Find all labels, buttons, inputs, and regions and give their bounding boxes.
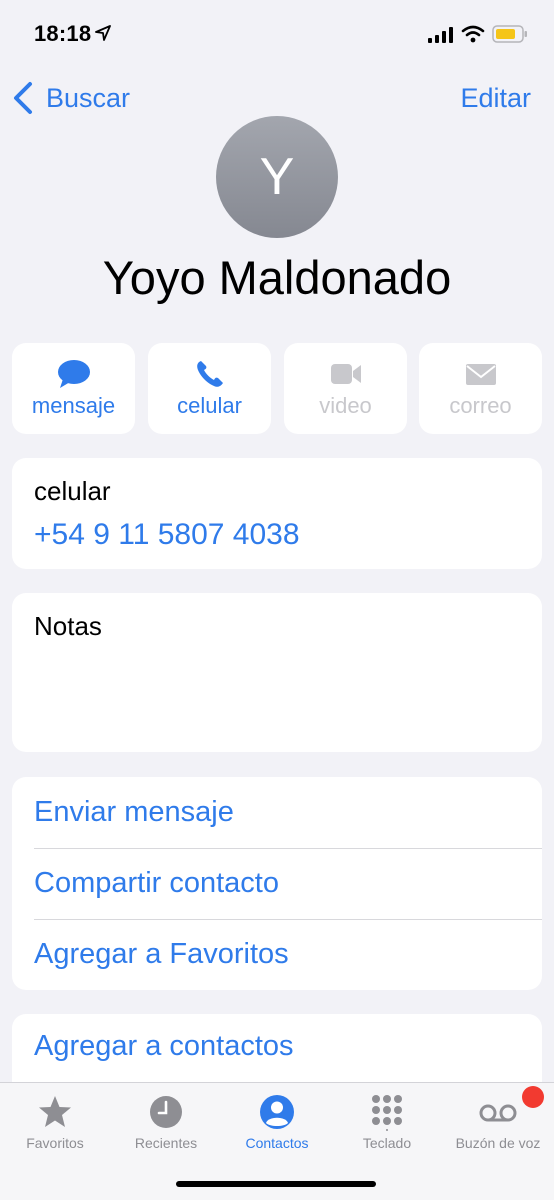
- call-action-label: celular: [177, 393, 242, 418]
- wifi-icon: [461, 25, 485, 43]
- video-action-label: video: [319, 393, 372, 418]
- mail-action-button[interactable]: correo: [419, 343, 542, 434]
- keypad-icon: [372, 1095, 402, 1131]
- options-card: Enviar mensaje Compartir contacto Agrega…: [12, 777, 542, 990]
- home-indicator[interactable]: [176, 1181, 376, 1187]
- tab-label: Contactos: [245, 1135, 309, 1151]
- phone-icon: [196, 361, 223, 387]
- phone-label: celular: [34, 476, 111, 506]
- star-icon: [39, 1096, 71, 1127]
- envelope-icon: [465, 364, 496, 385]
- tab-contacts[interactable]: Contactos: [222, 1083, 332, 1163]
- status-bar: 18:18: [0, 0, 554, 70]
- tab-label: Favoritos: [26, 1135, 84, 1151]
- send-message-option[interactable]: Enviar mensaje: [34, 777, 542, 848]
- location-arrow-icon: [95, 25, 111, 41]
- avatar: Y: [216, 116, 338, 238]
- message-action-button[interactable]: mensaje: [12, 343, 135, 434]
- tab-label: Recientes: [134, 1135, 198, 1151]
- voicemail-badge: [522, 1086, 544, 1108]
- back-button[interactable]: Buscar: [12, 78, 130, 118]
- mail-action-label: correo: [449, 393, 512, 418]
- edit-button[interactable]: Editar: [460, 78, 531, 118]
- notes-card[interactable]: Notas: [12, 593, 542, 752]
- message-bubble-icon: [57, 360, 90, 388]
- add-to-favorites-option[interactable]: Agregar a Favoritos: [34, 919, 542, 990]
- chevron-left-icon: [14, 82, 32, 114]
- call-action-button[interactable]: celular: [148, 343, 271, 434]
- battery-icon: [492, 25, 527, 43]
- contact-name: Yoyo Maldonado: [102, 251, 452, 304]
- status-time: 18:18: [34, 21, 92, 46]
- add-to-contacts-option[interactable]: Agregar a contactos: [34, 1030, 294, 1063]
- tab-label: Buzón de voz: [455, 1135, 541, 1151]
- notes-label: Notas: [34, 611, 102, 641]
- cellular-signal-icon: [428, 27, 453, 43]
- tab-keypad[interactable]: Teclado: [332, 1083, 442, 1163]
- avatar-initial: Y: [259, 148, 295, 206]
- contact-detail-screen: 18:18 Buscar Editar Y Yoyo Maldonado men…: [0, 0, 554, 1200]
- quick-actions: mensaje celular video correo: [12, 343, 542, 434]
- tab-recents[interactable]: Recientes: [111, 1083, 221, 1163]
- video-camera-icon: [330, 364, 361, 384]
- video-action-button[interactable]: video: [284, 343, 407, 434]
- person-circle-icon: [260, 1095, 294, 1129]
- message-action-label: mensaje: [31, 393, 116, 418]
- clock-icon: [150, 1096, 182, 1128]
- phone-card: celular +54 9 11 5807 4038: [12, 458, 542, 569]
- tab-favorites[interactable]: Favoritos: [0, 1083, 110, 1163]
- voicemail-icon: [479, 1104, 517, 1122]
- tab-label: Teclado: [362, 1135, 412, 1151]
- phone-number-link[interactable]: +54 9 11 5807 4038: [34, 518, 300, 552]
- share-contact-option[interactable]: Compartir contacto: [34, 848, 542, 919]
- back-button-label: Buscar: [46, 82, 131, 113]
